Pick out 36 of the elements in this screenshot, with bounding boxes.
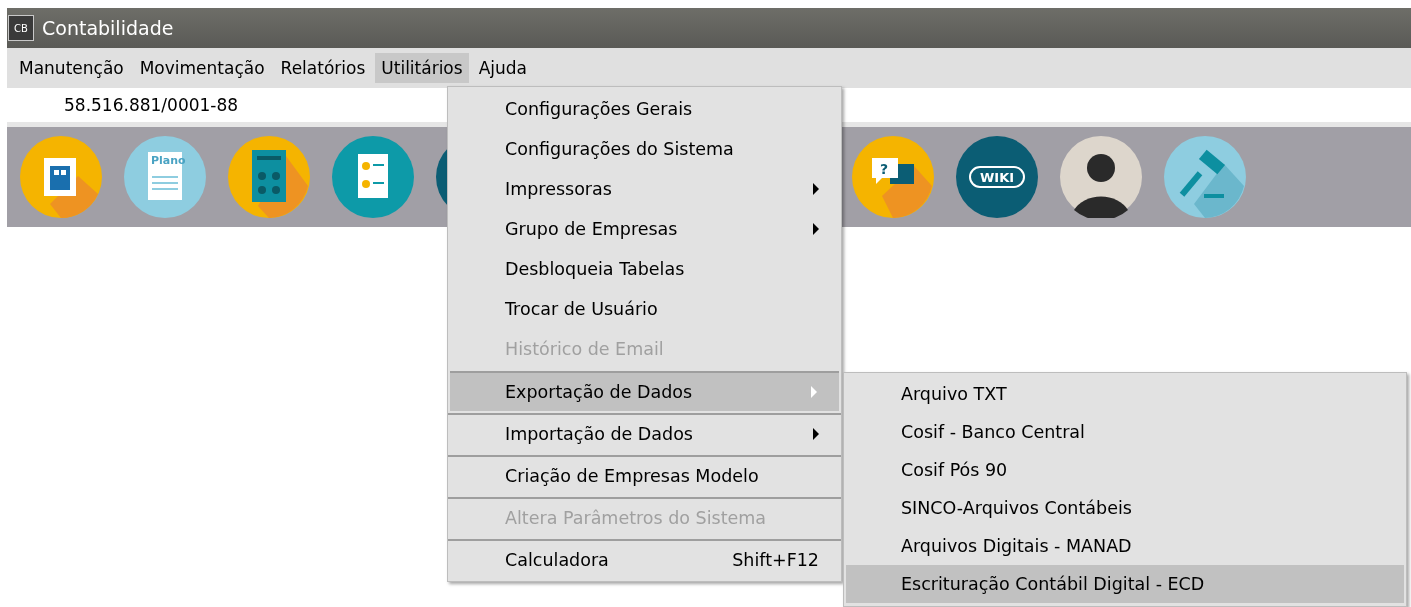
- menu-item[interactable]: Impressoras: [448, 169, 841, 209]
- menu-item[interactable]: Trocar de Usuário: [448, 289, 841, 329]
- company-id: 58.516.881/0001-88: [64, 95, 239, 115]
- submenu-arrow-icon: [813, 183, 819, 195]
- menu-item[interactable]: Escrituração Contábil Digital - ECD: [846, 565, 1404, 603]
- wiki-icon[interactable]: WIKI: [956, 136, 1038, 218]
- menu-item[interactable]: SINCO-Arquivos Contábeis: [844, 489, 1406, 527]
- menu-item[interactable]: Configurações Gerais: [448, 89, 841, 129]
- person-silhouette-icon[interactable]: [1060, 136, 1142, 218]
- menu-item[interactable]: Arquivo TXT: [844, 375, 1406, 413]
- gavel-icon[interactable]: [1164, 136, 1246, 218]
- menu-bar-item[interactable]: Movimentação: [133, 53, 271, 83]
- menu-item[interactable]: Arquivos Digitais - MANAD: [844, 527, 1406, 565]
- calculator-icon[interactable]: [228, 136, 310, 218]
- menu-item[interactable]: Importação de Dados: [448, 413, 841, 453]
- building-icon[interactable]: [20, 136, 102, 218]
- menu-bar-item[interactable]: Manutenção: [13, 53, 130, 83]
- submenu-arrow-icon: [811, 386, 817, 398]
- menu-item[interactable]: Cosif Pós 90: [844, 451, 1406, 489]
- menu-item[interactable]: Cosif - Banco Central: [844, 413, 1406, 451]
- menu-item[interactable]: Exportação de Dados: [450, 371, 839, 411]
- window-title: Contabilidade: [42, 17, 174, 39]
- app-icon: CB: [8, 15, 34, 41]
- menu-item[interactable]: Configurações do Sistema: [448, 129, 841, 169]
- menu-bar-item[interactable]: Relatórios: [274, 53, 372, 83]
- menu-item[interactable]: Calculadora Shift+F12: [448, 539, 841, 579]
- submenu-arrow-icon: [813, 223, 819, 235]
- submenu-arrow-icon: [813, 428, 819, 440]
- chat-question-icon[interactable]: ?: [852, 136, 934, 218]
- menu-item[interactable]: Desbloqueia Tabelas: [448, 249, 841, 289]
- report-icon[interactable]: [332, 136, 414, 218]
- menu-bar-item[interactable]: Ajuda: [472, 53, 533, 83]
- menu-item[interactable]: Criação de Empresas Modelo: [448, 455, 841, 495]
- menu-bar-item[interactable]: Utilitários: [375, 53, 469, 83]
- menu-item[interactable]: Grupo de Empresas: [448, 209, 841, 249]
- shortcut-label: Shift+F12: [732, 550, 819, 570]
